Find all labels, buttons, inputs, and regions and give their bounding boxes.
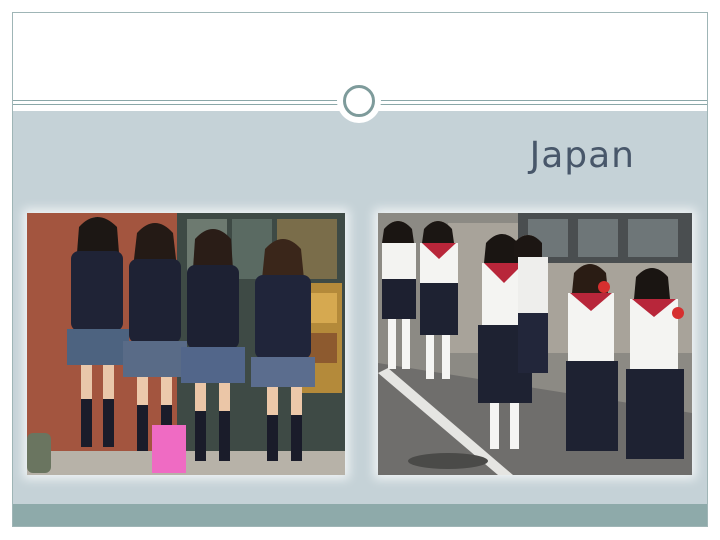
photo-students-blazers: [27, 213, 345, 475]
slide-title: Japan: [529, 135, 635, 176]
footer-bar: [13, 504, 707, 526]
circle-ring: [343, 85, 375, 117]
slide: Japan: [0, 0, 720, 540]
slide-frame: Japan: [12, 12, 708, 527]
photo-students-sailor-uniforms: [378, 213, 692, 475]
circle-ornament-icon: [337, 79, 381, 123]
